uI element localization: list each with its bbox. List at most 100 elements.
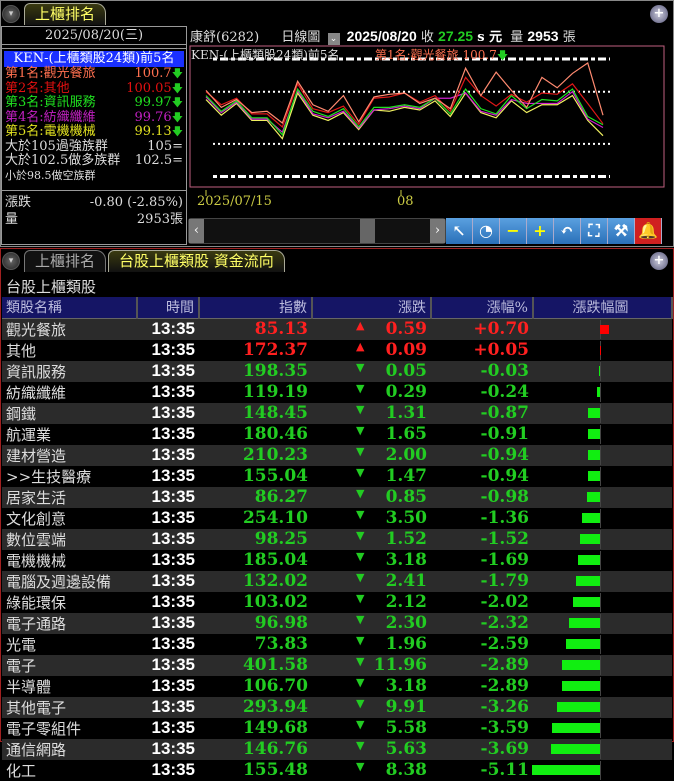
- bar-cell: [533, 318, 672, 340]
- table-row[interactable]: >>生技醫療 13:35 155.04 ▼ 1.47 -0.94: [2, 466, 672, 487]
- threshold-label: 大於105過強族群: [5, 138, 108, 154]
- table-row[interactable]: 鋼鐵 13:35 148.45 ▼ 1.31 -0.87: [2, 402, 672, 424]
- rank-item[interactable]: 第1名:觀光餐旅 100.7🡇: [2, 66, 186, 82]
- change-cell: ▼ 1.96: [312, 634, 431, 655]
- sector-name: 電子通路: [6, 614, 67, 633]
- cursor-icon[interactable]: ↖: [446, 218, 473, 244]
- rank-item[interactable]: 第3名:資訊服務 99.97🡇: [2, 95, 186, 111]
- table-row[interactable]: 電腦及週邊設備 13:35 132.02 ▼ 2.41 -1.79: [2, 570, 672, 592]
- index-cell: 254.10: [242, 508, 308, 528]
- tab-otc-ranking[interactable]: 上櫃排名: [24, 3, 107, 25]
- threshold-label: 小於98.5做空族群: [5, 168, 96, 182]
- index-cell: 155.04: [242, 466, 308, 486]
- table-row[interactable]: 航運業 13:35 180.46 ▼ 1.65 -0.91: [2, 424, 672, 445]
- table-row[interactable]: 化工 13:35 155.48 ▼ 8.38 -5.11: [2, 760, 672, 781]
- scroll-right-button[interactable]: ›: [430, 219, 445, 243]
- table-row[interactable]: 紡織纖維 13:35 119.19 ▼ 0.29 -0.24: [2, 382, 672, 403]
- rank-item[interactable]: 第4名:紡織纖維 99.76🡇: [2, 109, 186, 126]
- table-row[interactable]: 電子 13:35 401.58 ▼ 11.96 -2.89: [2, 654, 672, 676]
- pct-cell: -3.59: [480, 718, 529, 738]
- rank-value: 99.76🡇: [134, 110, 183, 126]
- volume-label: 量: [5, 212, 19, 227]
- arrow-down-icon: 🡇: [171, 67, 183, 80]
- table-row[interactable]: 電機機械 13:35 185.04 ▼ 3.18 -1.69: [2, 550, 672, 571]
- arrow-down-icon: 🡇: [171, 125, 183, 138]
- threshold-item: 小於98.5做空族群: [2, 169, 186, 182]
- table-row[interactable]: 綠能環保 13:35 103.02 ▼ 2.12 -2.02: [2, 592, 672, 613]
- change-value: 5.63: [385, 739, 427, 759]
- sector-name: 文化創意: [6, 509, 67, 528]
- time-cell: 13:35: [151, 718, 195, 737]
- rank-value: 99.97🡇: [134, 95, 183, 111]
- rank-label: 第5名:電機機械: [5, 124, 96, 139]
- arrow-down-icon: ▼: [356, 655, 365, 668]
- change-value: 9.91: [385, 697, 427, 717]
- tab-otc-ranking[interactable]: 上櫃排名: [24, 250, 107, 272]
- arrow-down-icon: ▼: [356, 676, 365, 689]
- change-cell: ▼ 2.00: [312, 445, 431, 466]
- chart-type: 日線圖: [281, 30, 321, 45]
- sector-name: 鋼鐵: [6, 404, 37, 423]
- rank-value: 100.7🡇: [134, 66, 183, 82]
- scroll-thumb[interactable]: [360, 219, 375, 243]
- table-row[interactable]: 建材營造 13:35 210.23 ▼ 2.00 -0.94: [2, 444, 672, 466]
- pct-cell: -0.91: [480, 424, 529, 444]
- rank-label: 第4名:紡織纖維: [5, 109, 96, 125]
- table-row[interactable]: 半導體 13:35 106.70 ▼ 3.18 -2.89: [2, 676, 672, 697]
- table-row[interactable]: 數位雲端 13:35 98.25 ▼ 1.52 -1.52: [2, 528, 672, 550]
- index-cell: 103.02: [242, 592, 308, 612]
- tab-fund-flow[interactable]: 台股上櫃類股 資金流向: [108, 250, 285, 272]
- scroll-left-button[interactable]: ‹: [189, 219, 204, 243]
- table-row[interactable]: 觀光餐旅 13:35 85.13 ▲ 0.59 +0.70: [2, 318, 672, 340]
- bar-cell: [533, 382, 672, 403]
- zoom-in-icon[interactable]: +: [650, 5, 668, 23]
- column-header[interactable]: 漲跌: [312, 297, 432, 319]
- column-header[interactable]: 漲幅%: [431, 297, 534, 319]
- change-cell: ▼ 2.41: [312, 571, 431, 592]
- table-row[interactable]: 其他 13:35 172.37 ▲ 0.09 +0.05: [2, 340, 672, 361]
- bell-icon[interactable]: 🔔: [635, 218, 662, 244]
- bar-cell: [533, 718, 672, 739]
- table-row[interactable]: 資訊服務 13:35 198.35 ▼ 0.05 -0.03: [2, 360, 672, 382]
- change-cell: ▼ 9.91: [312, 697, 431, 718]
- column-header[interactable]: 漲跌幅圖: [533, 297, 673, 319]
- bar-cell: [533, 508, 672, 529]
- change-bar: [573, 596, 600, 607]
- zoom-in-icon[interactable]: +: [527, 218, 554, 244]
- change-cell: ▼ 1.52: [312, 529, 431, 550]
- settings-wrench-icon[interactable]: ⚒: [608, 218, 635, 244]
- undo-icon[interactable]: ↶: [554, 218, 581, 244]
- column-header[interactable]: 時間: [137, 297, 200, 319]
- sector-name: 居家生活: [6, 488, 67, 507]
- rank-item[interactable]: 第2名:其他 100.05🡇: [2, 81, 186, 97]
- bar-cell: [533, 466, 672, 487]
- zoom-in-icon[interactable]: +: [650, 252, 668, 270]
- chart-header: 康舒(6282) 日線圖 ⌄ 2025/08/20 收 27.25 s 元 量 …: [190, 26, 576, 45]
- table-row[interactable]: 其他電子 13:35 293.94 ▼ 9.91 -3.26: [2, 696, 672, 718]
- time-cell: 13:35: [151, 382, 195, 401]
- change-cell: ▼ 1.65: [312, 424, 431, 445]
- column-header[interactable]: 類股名稱: [2, 297, 138, 319]
- dropdown-icon[interactable]: ▾: [2, 252, 20, 270]
- bar-cell: [533, 613, 672, 634]
- table-row[interactable]: 居家生活 13:35 86.27 ▼ 0.85 -0.98: [2, 486, 672, 508]
- table-row[interactable]: 電子通路 13:35 96.98 ▼ 2.30 -2.32: [2, 612, 672, 634]
- table-row[interactable]: 光電 13:35 73.83 ▼ 1.96 -2.59: [2, 634, 672, 655]
- table-row[interactable]: 文化創意 13:35 254.10 ▼ 3.50 -1.36: [2, 508, 672, 529]
- change-value: 2.41: [385, 571, 427, 591]
- chart-scrollbar[interactable]: ‹ ›: [188, 218, 446, 244]
- rank-item[interactable]: 第5名:電機機械 99.13🡇: [2, 124, 186, 140]
- table-row[interactable]: 電子零組件 13:35 149.68 ▼ 5.58 -3.59: [2, 718, 672, 739]
- bar-cell: [532, 760, 672, 781]
- column-header[interactable]: 指數: [199, 297, 313, 319]
- pct-cell: -2.89: [480, 676, 529, 696]
- fit-icon[interactable]: ⛶: [581, 218, 608, 244]
- bar-cell: [533, 424, 672, 445]
- time-cell: 13:35: [151, 319, 195, 338]
- vol-value: 2953: [527, 28, 559, 44]
- dropdown-icon[interactable]: ▾: [2, 5, 20, 23]
- change-bar: [598, 365, 600, 376]
- zoom-out-icon[interactable]: −: [500, 218, 527, 244]
- clock-icon[interactable]: ◔: [473, 218, 500, 244]
- time-cell: 13:35: [151, 508, 195, 527]
